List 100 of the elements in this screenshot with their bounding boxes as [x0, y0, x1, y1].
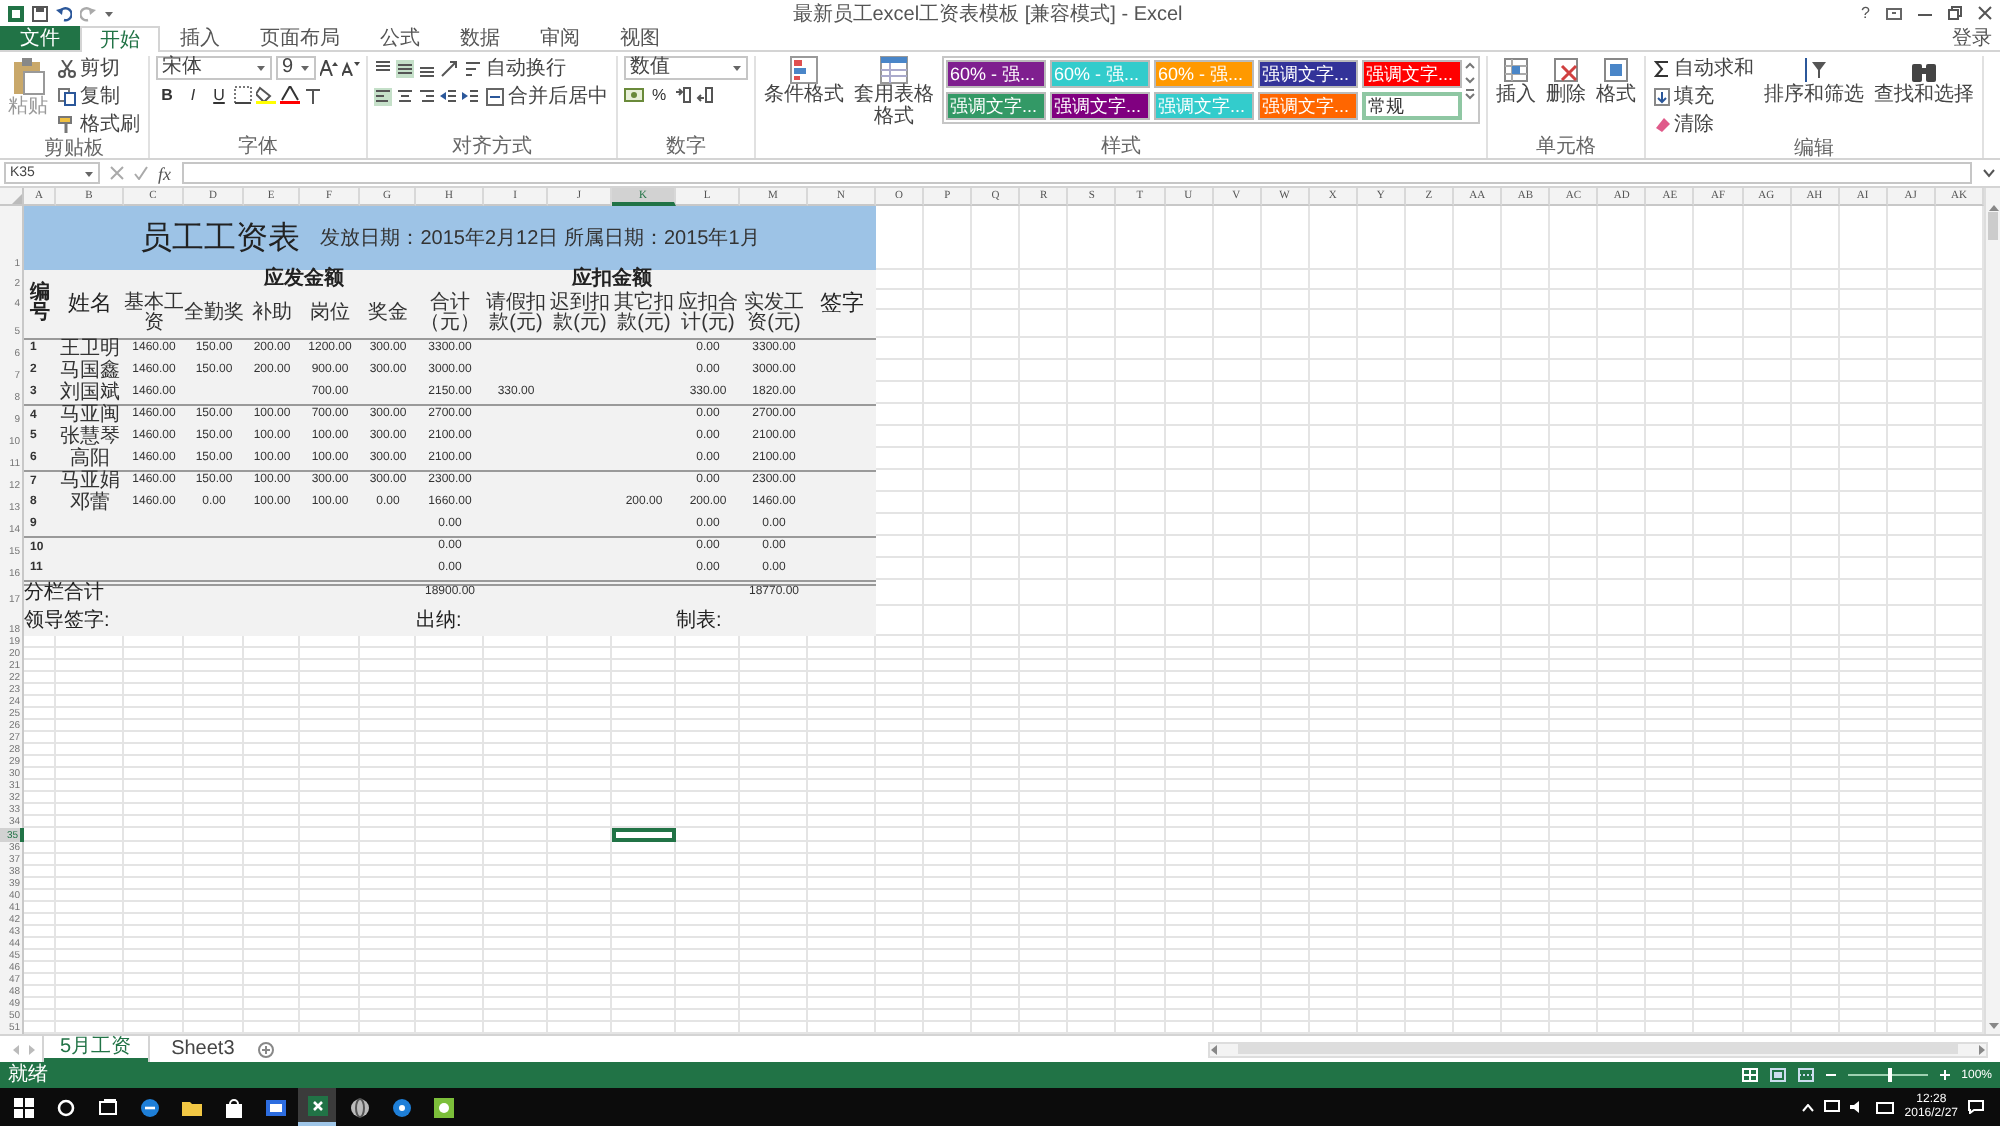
more-icon[interactable] [1464, 88, 1476, 100]
scroll-down-icon[interactable] [1464, 74, 1476, 86]
shrink-font-icon[interactable] [342, 60, 360, 76]
fill-color-icon[interactable] [256, 85, 276, 103]
folder-icon[interactable] [181, 1097, 201, 1117]
orientation-icon[interactable] [440, 60, 458, 78]
close-icon[interactable] [1978, 6, 1992, 20]
browser-icon[interactable] [139, 1097, 159, 1117]
caret-icon[interactable] [732, 64, 742, 72]
zoom-in-icon[interactable] [1939, 1070, 1950, 1080]
caret-icon[interactable] [104, 9, 114, 17]
currency-icon[interactable] [624, 85, 644, 103]
merge-center-button[interactable]: 合并后居中 [484, 84, 610, 110]
cells-button[interactable]: 插入 [1494, 56, 1538, 106]
network-icon[interactable] [1824, 1100, 1841, 1114]
find-select-button[interactable]: 查找和选择 [1872, 56, 1976, 106]
sheet-tab[interactable]: 5月工资 [44, 1036, 148, 1062]
formula-input[interactable] [181, 162, 1972, 184]
font-color-icon[interactable] [280, 85, 300, 103]
insert-function-button[interactable]: fx [158, 163, 171, 183]
cell-style[interactable]: 强调文字... [946, 92, 1046, 120]
decrease-indent-icon[interactable] [440, 88, 458, 106]
percent-button[interactable]: % [648, 82, 670, 106]
align-right-icon[interactable] [418, 88, 436, 106]
expand-icon[interactable] [1982, 168, 1996, 178]
decrease-decimal-icon[interactable] [696, 85, 714, 103]
font-name-field[interactable]: 宋体 [156, 56, 272, 80]
scroll-right-icon[interactable] [1978, 1043, 1986, 1055]
font-size-field[interactable]: 9 [276, 56, 316, 80]
notification-icon[interactable] [1968, 1100, 1984, 1114]
autosum-button[interactable]: 自动求和 [1652, 56, 1756, 82]
bold-button[interactable]: B [156, 82, 178, 106]
cell-style[interactable]: 常规 [1362, 92, 1462, 120]
globe-icon[interactable] [349, 1097, 369, 1117]
page-break-icon[interactable] [1797, 1068, 1814, 1082]
sign-in-link[interactable]: 登录 [1952, 24, 2000, 52]
ribbon-tab[interactable]: 视图 [600, 26, 680, 50]
help-button[interactable]: ? [1861, 4, 1870, 22]
ribbon-tab[interactable]: 页面布局 [240, 26, 360, 50]
task-view-icon[interactable] [97, 1097, 117, 1117]
cells-button[interactable]: 格式 [1594, 56, 1638, 106]
format-as-table-button[interactable]: 套用表格格式 [852, 56, 936, 128]
sort-filter-button[interactable]: 排序和筛选 [1762, 56, 1866, 106]
scroll-left-icon[interactable] [1210, 1043, 1218, 1055]
number-format-field[interactable]: 数值 [624, 56, 748, 80]
normal-view-icon[interactable] [1741, 1068, 1758, 1082]
grow-font-icon[interactable] [320, 60, 338, 76]
page-layout-icon[interactable] [1769, 1068, 1786, 1082]
scrollbar-thumb[interactable] [1238, 1044, 1958, 1054]
keyboard-icon[interactable] [1876, 1101, 1895, 1113]
clear-button[interactable]: 清除 [1652, 112, 1756, 138]
ribbon-tab[interactable]: 开始 [80, 26, 160, 52]
cell-style[interactable]: 强调文字... [1362, 60, 1462, 88]
help-icon[interactable] [391, 1097, 411, 1117]
cell-style[interactable]: 60% - 强... [946, 60, 1046, 88]
restore-icon[interactable] [1948, 6, 1962, 20]
conditional-format-button[interactable]: 条件格式 [762, 56, 846, 106]
ribbon-tab[interactable]: 审阅 [520, 26, 600, 50]
ribbon-tab[interactable]: 数据 [440, 26, 520, 50]
game-icon[interactable] [433, 1097, 453, 1117]
align-left-icon[interactable] [374, 88, 392, 106]
cell-style[interactable]: 强调文字... [1258, 60, 1358, 88]
sheet-tab[interactable]: Sheet3 [155, 1036, 251, 1062]
scroll-down-icon[interactable] [1987, 1022, 1999, 1030]
file-tab[interactable]: 文件 [0, 26, 80, 50]
caret-icon[interactable] [300, 64, 310, 72]
scroll-up-icon[interactable] [1464, 60, 1476, 72]
cells-button[interactable]: 删除 [1544, 56, 1588, 106]
cell-style[interactable]: 强调文字... [1050, 92, 1150, 120]
ribbon-tab[interactable]: 插入 [160, 26, 240, 50]
scrollbar-thumb[interactable] [1988, 212, 1998, 240]
align-center-icon[interactable] [396, 88, 414, 106]
chevron-up-icon[interactable] [1802, 1103, 1815, 1111]
increase-indent-icon[interactable] [462, 88, 480, 106]
cut-button[interactable]: 剪切 [56, 56, 142, 82]
windows-logo-icon[interactable] [13, 1097, 33, 1117]
copy-button[interactable]: 复制 [56, 84, 142, 110]
zoom-out-icon[interactable] [1825, 1070, 1836, 1080]
borders-icon[interactable] [234, 85, 252, 103]
add-sheet-icon[interactable] [258, 1041, 275, 1057]
save-icon[interactable] [32, 5, 48, 21]
format-painter-button[interactable]: 格式刷 [56, 112, 142, 138]
ribbon-options-icon[interactable] [1886, 7, 1902, 19]
caret-icon[interactable] [256, 64, 266, 72]
align-middle-icon[interactable] [396, 60, 414, 78]
undo-icon[interactable] [56, 5, 72, 21]
phonetic-icon[interactable] [304, 85, 322, 103]
shopping-bag-icon[interactable] [223, 1097, 243, 1117]
underline-button[interactable]: U [208, 82, 230, 106]
app-icon[interactable] [265, 1097, 285, 1117]
fill-button[interactable]: 填充 [1652, 84, 1756, 110]
caret-icon[interactable] [84, 169, 94, 177]
search-icon[interactable] [55, 1097, 75, 1117]
slider-thumb[interactable] [1887, 1068, 1892, 1082]
ribbon-tab[interactable]: 公式 [360, 26, 440, 50]
wrap-text-button[interactable]: 自动换行 [462, 56, 568, 82]
spreadsheet-icon[interactable] [307, 1095, 327, 1115]
increase-decimal-icon[interactable] [674, 85, 692, 103]
selected-cell[interactable] [612, 828, 676, 841]
italic-button[interactable]: I [182, 82, 204, 106]
